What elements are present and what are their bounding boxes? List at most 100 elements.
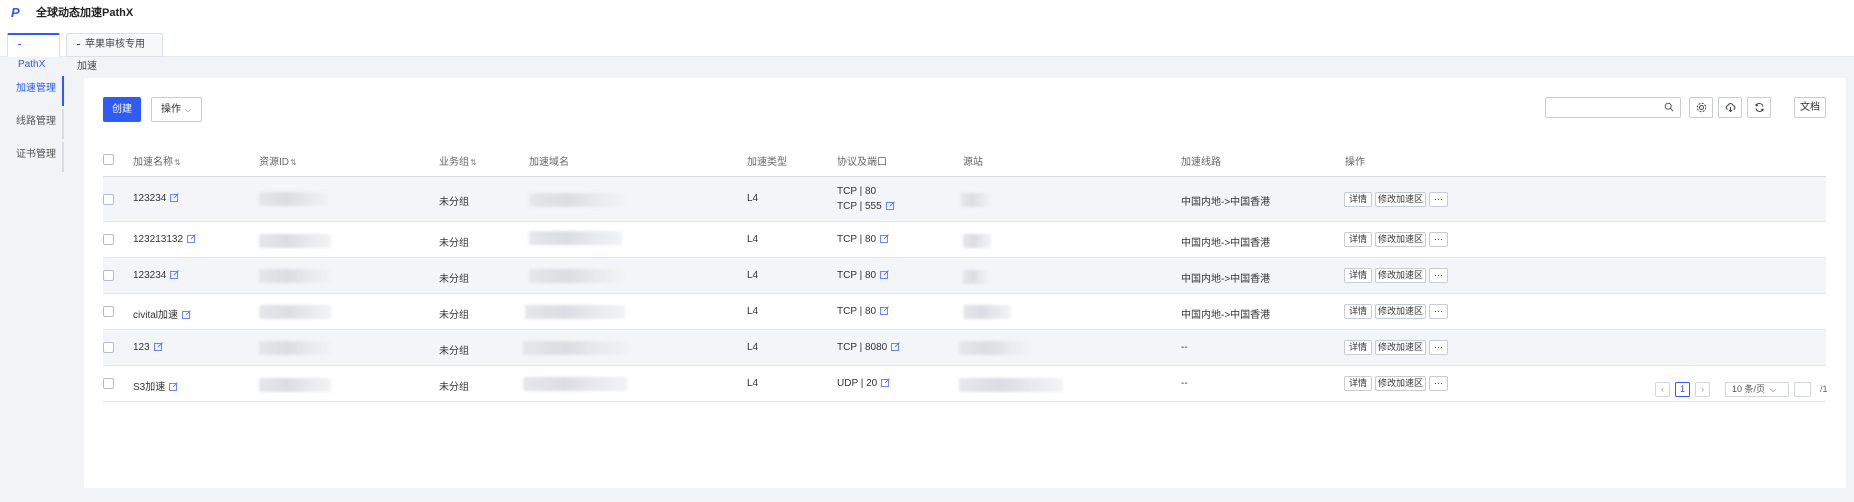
prev-page-button[interactable]: ‹: [1655, 382, 1670, 397]
modify-region-button[interactable]: 修改加速区: [1375, 376, 1426, 391]
modify-region-button[interactable]: 修改加速区: [1375, 340, 1426, 355]
group-cell: 未分组: [439, 310, 469, 321]
refresh-button[interactable]: [1747, 97, 1771, 118]
more-button[interactable]: ···: [1429, 340, 1448, 355]
domain-redacted: [529, 269, 624, 283]
sort-icon[interactable]: ⇅: [174, 158, 181, 167]
row-checkbox[interactable]: [103, 342, 114, 353]
protocol-text: TCP | 8080: [837, 342, 888, 353]
sort-icon[interactable]: ⇅: [290, 158, 297, 167]
more-button[interactable]: ···: [1429, 192, 1448, 207]
operations-dropdown[interactable]: 操作 ⌵: [151, 97, 202, 122]
sort-icon[interactable]: ⇅: [470, 158, 477, 167]
tab-dot-icon: [77, 43, 80, 45]
tab-pathx[interactable]: PathX: [7, 33, 60, 70]
select-all-checkbox[interactable]: [103, 154, 114, 165]
column-header-resource-id[interactable]: 资源ID⇅: [259, 153, 297, 168]
page-jump-input[interactable]: [1794, 382, 1811, 397]
modify-region-button[interactable]: 修改加速区: [1375, 304, 1426, 319]
row-checkbox[interactable]: [103, 234, 114, 245]
resource-id-redacted: [259, 269, 331, 283]
name-cell: 123: [133, 342, 163, 353]
sidebar-item-certificates[interactable]: 证书管理: [0, 142, 64, 172]
name-cell: S3加速: [133, 378, 179, 393]
column-header-label: 资源ID: [259, 157, 289, 168]
row-checkbox[interactable]: [103, 378, 114, 389]
more-button[interactable]: ···: [1429, 376, 1448, 391]
more-button[interactable]: ···: [1429, 304, 1448, 319]
protocol-cell: TCP | 80: [837, 306, 889, 317]
edit-icon[interactable]: [170, 270, 180, 279]
resource-id-redacted: [259, 305, 331, 319]
table-row: 123213132 未分组 L4 TCP | 80 中国内地->中国香港 详情 …: [103, 222, 1826, 258]
edit-icon[interactable]: [153, 342, 163, 351]
search-input[interactable]: [1546, 98, 1658, 117]
detail-button[interactable]: 详情: [1344, 340, 1372, 355]
docs-button[interactable]: 文档: [1794, 97, 1826, 118]
name-cell: 123213132: [133, 234, 196, 245]
detail-button[interactable]: 详情: [1344, 304, 1372, 319]
settings-button[interactable]: [1689, 97, 1713, 118]
detail-button[interactable]: 详情: [1344, 192, 1372, 207]
edit-icon[interactable]: [880, 270, 889, 279]
search-icon[interactable]: [1664, 102, 1674, 112]
sidebar-item-acceleration[interactable]: 加速管理: [0, 76, 64, 106]
origin-redacted: [963, 234, 991, 248]
group-cell: 未分组: [439, 274, 469, 285]
search-field[interactable]: [1545, 97, 1681, 118]
top-bar: P 全球动态加速PathX PathX 苹果审核专用加速: [0, 0, 1854, 72]
edit-icon[interactable]: [182, 310, 191, 319]
create-button[interactable]: 创建: [103, 97, 141, 122]
detail-button[interactable]: 详情: [1344, 232, 1372, 247]
line-cell: 中国内地->中国香港: [1181, 238, 1271, 249]
edit-icon[interactable]: [880, 234, 889, 243]
type-cell: L4: [747, 234, 759, 245]
edit-icon[interactable]: [169, 382, 179, 391]
more-button[interactable]: ···: [1429, 268, 1448, 283]
refresh-icon: [1755, 103, 1764, 112]
more-button[interactable]: ···: [1429, 232, 1448, 247]
page-size-label: 10 条/页: [1732, 384, 1766, 394]
tab-apple-review[interactable]: 苹果审核专用加速: [66, 33, 163, 72]
row-checkbox[interactable]: [103, 194, 114, 205]
resource-id-redacted: [259, 378, 331, 392]
modify-region-button[interactable]: 修改加速区: [1375, 268, 1426, 283]
group-cell: 未分组: [439, 346, 469, 357]
name-cell: 123234: [133, 270, 180, 281]
page-1-button[interactable]: 1: [1675, 382, 1690, 397]
type-cell: L4: [747, 378, 759, 389]
domain-redacted: [523, 341, 631, 355]
sidebar-item-lines[interactable]: 线路管理: [0, 109, 64, 139]
column-header-ops: 操作: [1345, 157, 1365, 168]
download-button[interactable]: [1718, 97, 1742, 118]
detail-button[interactable]: 详情: [1344, 268, 1372, 283]
main-panel: 创建 操作 ⌵ 文档 加速名称⇅ 资源ID⇅ 业务组⇅ 加速域名 加速类型 协议及…: [84, 78, 1846, 488]
name-cell: 123234: [133, 193, 180, 204]
edit-icon[interactable]: [170, 193, 180, 202]
page-size-select[interactable]: 10 条/页 ⌵: [1725, 382, 1789, 397]
edit-icon[interactable]: [885, 201, 895, 210]
modify-region-button[interactable]: 修改加速区: [1375, 232, 1426, 247]
row-checkbox[interactable]: [103, 306, 114, 317]
edit-icon[interactable]: [880, 306, 889, 315]
column-header-name[interactable]: 加速名称⇅: [133, 153, 181, 168]
row-checkbox[interactable]: [103, 270, 114, 281]
tab-label: 苹果审核专用加速: [77, 39, 145, 72]
edit-icon[interactable]: [891, 342, 901, 351]
tab-label: PathX: [18, 59, 46, 70]
line-cell: --: [1181, 342, 1188, 353]
protocol-cell: TCP | 8080: [837, 342, 901, 353]
tab-dot-icon: [18, 43, 21, 45]
edit-icon[interactable]: [881, 378, 891, 387]
protocol-text: UDP | 20: [837, 378, 878, 389]
next-page-button[interactable]: ›: [1695, 382, 1710, 397]
column-header-origin: 源站: [963, 157, 983, 168]
detail-button[interactable]: 详情: [1344, 376, 1372, 391]
origin-redacted: [963, 305, 1011, 319]
column-header-group[interactable]: 业务组⇅: [439, 153, 477, 168]
column-header-label: 业务组: [439, 157, 469, 168]
protocol-text: TCP | 555: [837, 201, 882, 212]
edit-icon[interactable]: [187, 234, 196, 243]
modify-region-button[interactable]: 修改加速区: [1375, 192, 1426, 207]
resource-id-redacted: [259, 234, 331, 248]
